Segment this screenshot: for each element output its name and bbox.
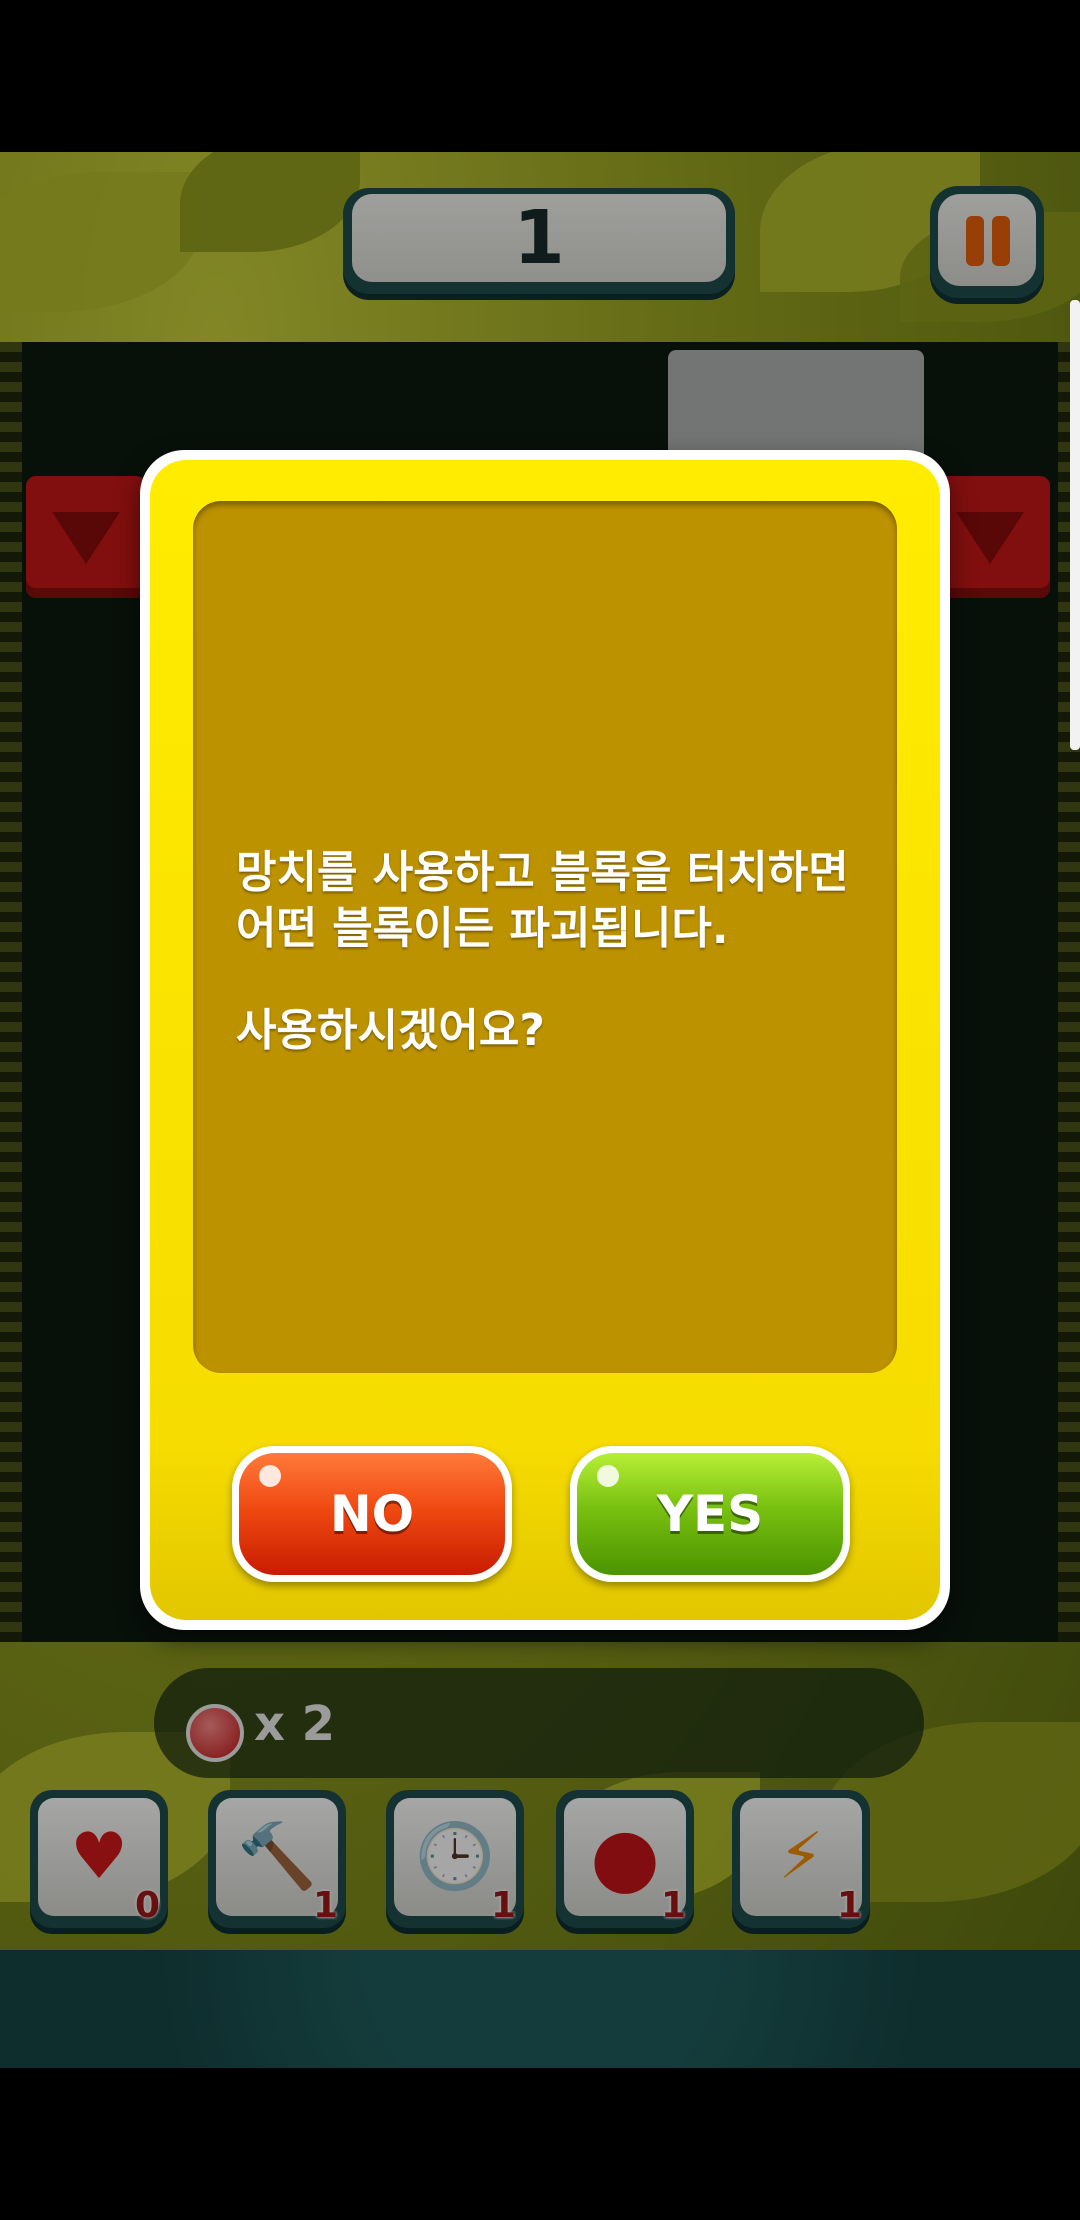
dialog-message-line-1: 망치를 사용하고 블록을 터치하면: [236, 847, 849, 898]
navigation-bar: [0, 2068, 1080, 2220]
no-button[interactable]: NO: [232, 1446, 512, 1582]
dialog-message-line-2: 어떤 블록이든 파괴됩니다.: [236, 903, 729, 954]
scrollbar[interactable]: [1070, 300, 1080, 750]
yes-button[interactable]: YES: [570, 1446, 850, 1582]
no-button-label: NO: [329, 1485, 415, 1543]
dialog-question: 사용하시겠어요?: [236, 1005, 545, 1056]
yes-button-label: YES: [656, 1485, 764, 1543]
status-bar: [0, 0, 1080, 152]
